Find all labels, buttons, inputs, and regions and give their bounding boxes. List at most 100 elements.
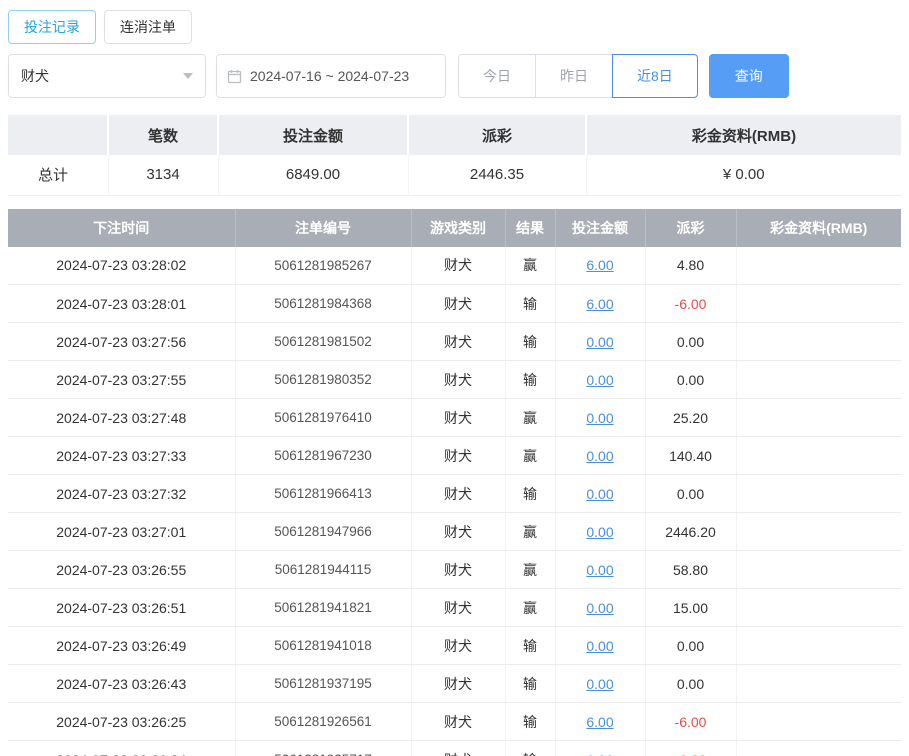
cell-result: 输 xyxy=(505,665,555,703)
cell-bet-time: 2024-07-23 03:26:25 xyxy=(8,703,235,741)
cell-bet-amount: 6.00 xyxy=(555,247,645,285)
cell-bonus xyxy=(736,513,901,551)
cell-result: 输 xyxy=(505,627,555,665)
col-header-bet-time: 下注时间 xyxy=(8,209,235,247)
cell-payout: 15.00 xyxy=(645,589,736,627)
cell-bet-time: 2024-07-23 03:26:24 xyxy=(8,741,235,756)
table-row: 2024-07-23 03:27:565061281981502财犬输0.000… xyxy=(8,323,901,361)
cell-game-type: 财犬 xyxy=(411,437,505,475)
page: 投注记录 连消注单 财犬 2024-07-16 ~ 2024-07-23 今日 … xyxy=(0,0,909,756)
cell-game-type: 财犬 xyxy=(411,361,505,399)
cell-bonus xyxy=(736,247,901,285)
summary-header-bet-amount: 投注金额 xyxy=(218,115,408,155)
bet-amount-link[interactable]: 6.00 xyxy=(586,714,613,730)
cell-bet-amount: 6.00 xyxy=(555,703,645,741)
table-row: 2024-07-23 03:27:485061281976410财犬赢0.002… xyxy=(8,399,901,437)
cell-game-type: 财犬 xyxy=(411,665,505,703)
cell-payout: -6.00 xyxy=(645,703,736,741)
cell-order-id: 5061281967230 xyxy=(235,437,411,475)
tab-cancelled-orders[interactable]: 连消注单 xyxy=(104,10,192,44)
cell-game-type: 财犬 xyxy=(411,741,505,756)
cell-bonus xyxy=(736,399,901,437)
summary-total-row: 总计 3134 6849.00 2446.35 ¥ 0.00 xyxy=(8,155,901,195)
cell-bet-time: 2024-07-23 03:26:51 xyxy=(8,589,235,627)
bet-amount-link[interactable]: 0.00 xyxy=(586,334,613,350)
table-row: 2024-07-23 03:27:015061281947966财犬赢0.002… xyxy=(8,513,901,551)
bet-amount-link[interactable]: 0.00 xyxy=(586,600,613,616)
table-row: 2024-07-23 03:26:495061281941018财犬输0.000… xyxy=(8,627,901,665)
cell-result: 输 xyxy=(505,475,555,513)
cell-game-type: 财犬 xyxy=(411,323,505,361)
cell-order-id: 5061281984368 xyxy=(235,285,411,323)
cell-order-id: 5061281944115 xyxy=(235,551,411,589)
cell-bonus xyxy=(736,285,901,323)
col-header-bet-amount: 投注金额 xyxy=(555,209,645,247)
tab-bet-records[interactable]: 投注记录 xyxy=(8,10,96,44)
cell-order-id: 5061281947966 xyxy=(235,513,411,551)
bet-amount-link[interactable]: 0.00 xyxy=(586,448,613,464)
bet-amount-link[interactable]: 0.00 xyxy=(586,562,613,578)
filter-bar: 财犬 2024-07-16 ~ 2024-07-23 今日 昨日 近8日 查询 xyxy=(8,54,901,98)
table-row: 2024-07-23 03:27:555061281980352财犬输0.000… xyxy=(8,361,901,399)
cell-result: 赢 xyxy=(505,399,555,437)
bet-amount-link[interactable]: 0.00 xyxy=(586,638,613,654)
date-range-picker[interactable]: 2024-07-16 ~ 2024-07-23 xyxy=(216,54,446,98)
summary-total-bonus: ¥ 0.00 xyxy=(586,155,901,195)
cell-bet-amount: 0.00 xyxy=(555,437,645,475)
cell-payout: -6.00 xyxy=(645,285,736,323)
bet-amount-link[interactable]: 0.00 xyxy=(586,372,613,388)
game-type-select[interactable]: 财犬 xyxy=(8,54,206,98)
cell-order-id: 5061281937195 xyxy=(235,665,411,703)
cell-payout: 4.80 xyxy=(645,247,736,285)
cell-bet-amount: 0.00 xyxy=(555,513,645,551)
cell-order-id: 5061281985267 xyxy=(235,247,411,285)
cell-bonus xyxy=(736,437,901,475)
cell-bet-amount: 0.00 xyxy=(555,475,645,513)
yesterday-button[interactable]: 昨日 xyxy=(535,54,613,98)
cell-order-id: 5061281981502 xyxy=(235,323,411,361)
quick-range-group: 今日 昨日 近8日 xyxy=(458,54,698,98)
date-range-value: 2024-07-16 ~ 2024-07-23 xyxy=(250,68,409,84)
col-header-order-id: 注单编号 xyxy=(235,209,411,247)
bet-amount-link[interactable]: 0.00 xyxy=(586,410,613,426)
bet-amount-link[interactable]: 0.00 xyxy=(586,676,613,692)
bet-amount-link[interactable]: 6.00 xyxy=(586,296,613,312)
cell-bet-amount: 0.00 xyxy=(555,399,645,437)
cell-bet-amount: 0.00 xyxy=(555,627,645,665)
cell-bonus xyxy=(736,361,901,399)
game-type-select-value: 财犬 xyxy=(21,66,49,86)
cell-bet-time: 2024-07-23 03:26:55 xyxy=(8,551,235,589)
cell-order-id: 5061281980352 xyxy=(235,361,411,399)
records-tbody: 2024-07-23 03:28:025061281985267财犬赢6.004… xyxy=(8,247,901,756)
summary-header-count: 笔数 xyxy=(108,115,218,155)
bet-amount-link[interactable]: 6.00 xyxy=(586,257,613,273)
cell-bonus xyxy=(736,323,901,361)
cell-payout: 2446.20 xyxy=(645,513,736,551)
cell-game-type: 财犬 xyxy=(411,551,505,589)
cell-payout: 0.00 xyxy=(645,361,736,399)
bet-amount-link[interactable]: 0.00 xyxy=(586,486,613,502)
bet-amount-link[interactable]: 6.00 xyxy=(586,752,613,756)
table-row: 2024-07-23 03:27:335061281967230财犬赢0.001… xyxy=(8,437,901,475)
cell-bet-amount: 0.00 xyxy=(555,589,645,627)
today-button[interactable]: 今日 xyxy=(458,54,536,98)
cell-game-type: 财犬 xyxy=(411,627,505,665)
bet-amount-link[interactable]: 0.00 xyxy=(586,524,613,540)
col-header-payout: 派彩 xyxy=(645,209,736,247)
records-table: 下注时间 注单编号 游戏类别 结果 投注金额 派彩 彩金资料(RMB) 2024… xyxy=(8,209,901,756)
cell-payout: 0.00 xyxy=(645,475,736,513)
cell-payout: 140.40 xyxy=(645,437,736,475)
cell-payout: 0.00 xyxy=(645,323,736,361)
cell-result: 赢 xyxy=(505,437,555,475)
last-8-days-button[interactable]: 近8日 xyxy=(612,54,698,98)
table-row: 2024-07-23 03:26:245061281925717财犬输6.00-… xyxy=(8,741,901,756)
summary-total-count: 3134 xyxy=(108,155,218,195)
cell-bonus xyxy=(736,741,901,756)
cell-game-type: 财犬 xyxy=(411,247,505,285)
cell-bonus xyxy=(736,627,901,665)
cell-order-id: 5061281926561 xyxy=(235,703,411,741)
search-button[interactable]: 查询 xyxy=(709,54,789,98)
cell-bet-amount: 0.00 xyxy=(555,361,645,399)
chevron-down-icon xyxy=(183,73,193,79)
cell-bonus xyxy=(736,665,901,703)
